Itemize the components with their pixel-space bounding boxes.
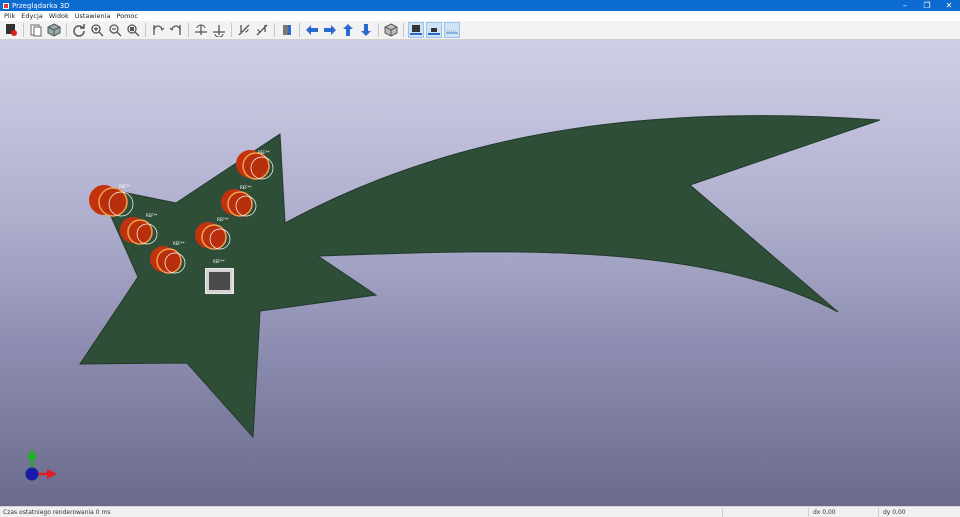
restore-button[interactable]: ❐ xyxy=(916,0,938,11)
axis-gizmo xyxy=(25,449,57,481)
toolbar-separator xyxy=(378,23,379,37)
menu-ustawienia[interactable]: Ustawienia xyxy=(72,12,114,20)
toolbar-separator xyxy=(403,23,404,37)
ortho-cube-button[interactable] xyxy=(383,22,399,38)
menu-pomoc[interactable]: Pomoc xyxy=(113,12,141,20)
minimize-button[interactable]: – xyxy=(894,0,916,11)
copy-image-button[interactable] xyxy=(28,22,44,38)
status-divider xyxy=(878,508,879,517)
zoom-in-button[interactable] xyxy=(89,22,105,38)
rotate-z-ccw-button[interactable] xyxy=(254,22,270,38)
zoom-fit-button[interactable] xyxy=(125,22,141,38)
pan-right-icon xyxy=(324,25,336,35)
close-button[interactable]: ✕ xyxy=(938,0,960,11)
view-bottom-button[interactable] xyxy=(426,22,442,38)
pcb-scene: REF** REF** REF** REF** REF** REF** REF*… xyxy=(25,115,881,481)
rotate-z-ccw-icon xyxy=(256,24,268,36)
rotate-x-cw-button[interactable] xyxy=(150,22,166,38)
status-divider xyxy=(808,508,809,517)
menu-plik[interactable]: Plik xyxy=(0,12,18,20)
flip-board-button[interactable] xyxy=(279,22,295,38)
zoom-fit-icon xyxy=(127,24,140,37)
view-side-icon xyxy=(446,30,458,34)
toolbar-separator xyxy=(145,23,146,37)
rotate-y-ccw-button[interactable] xyxy=(211,22,227,38)
ref-label: REF** xyxy=(240,185,252,190)
view-side-button[interactable] xyxy=(444,22,460,38)
title-bar: Przeglądarka 3D – ❐ ✕ xyxy=(0,0,960,11)
menu-bar: Plik Edycja Widok Ustawienia Pomoc xyxy=(0,11,960,21)
rotate-z-cw-button[interactable] xyxy=(236,22,252,38)
ref-label: REF** xyxy=(173,241,185,246)
reload-icon xyxy=(73,24,85,37)
rotate-x-cw-icon xyxy=(153,25,165,35)
pan-up-icon xyxy=(343,24,353,36)
status-divider xyxy=(722,508,723,517)
view-top-button[interactable] xyxy=(408,22,424,38)
window-title: Przeglądarka 3D xyxy=(12,1,70,10)
pan-left-icon xyxy=(306,25,318,35)
copy-image-icon xyxy=(30,24,42,37)
cube-icon xyxy=(47,23,61,37)
menu-widok[interactable]: Widok xyxy=(46,12,72,20)
rotate-y-ccw-icon xyxy=(213,25,225,37)
rotate-z-cw-icon xyxy=(238,24,250,36)
ref-label: REF** xyxy=(217,217,229,222)
ref-label: REF** xyxy=(213,259,225,264)
render-time-text: Czas ostatniego renderowania 0 ms xyxy=(3,509,111,516)
zoom-out-button[interactable] xyxy=(107,22,123,38)
status-bar: Czas ostatniego renderowania 0 ms dx 0,0… xyxy=(0,506,960,517)
toolbar-separator xyxy=(23,23,24,37)
view-bottom-icon xyxy=(428,28,440,35)
view-top-icon xyxy=(410,25,422,35)
flip-board-icon xyxy=(283,25,291,35)
dy-readout: dy 0,00 xyxy=(883,509,906,516)
app-icon xyxy=(3,2,9,9)
3d-viewport[interactable]: REF** REF** REF** REF** REF** REF** REF*… xyxy=(0,40,960,506)
toolbar-separator xyxy=(299,23,300,37)
toolbar-separator xyxy=(274,23,275,37)
toolbar xyxy=(0,21,960,40)
pan-down-icon xyxy=(361,24,371,36)
pan-right-button[interactable] xyxy=(322,22,338,38)
pan-up-button[interactable] xyxy=(340,22,356,38)
toolbar-separator xyxy=(188,23,189,37)
ref-label: REF** xyxy=(146,213,158,218)
dx-readout: dx 0,00 xyxy=(813,509,836,516)
pan-left-button[interactable] xyxy=(304,22,320,38)
rotate-x-ccw-button[interactable] xyxy=(168,22,184,38)
pcb-board xyxy=(79,115,881,439)
menu-edycja[interactable]: Edycja xyxy=(18,12,45,20)
zoom-out-icon xyxy=(109,24,122,37)
rotate-y-cw-icon xyxy=(195,24,207,35)
toolbar-separator xyxy=(231,23,232,37)
pan-down-button[interactable] xyxy=(358,22,374,38)
reload-button[interactable] xyxy=(71,22,87,38)
toolbar-separator xyxy=(66,23,67,37)
ref-label: REF** xyxy=(258,150,270,155)
ref-label: REF** xyxy=(119,184,131,189)
ortho-cube-icon xyxy=(384,23,398,37)
rotate-x-ccw-icon xyxy=(169,25,181,35)
cube-button[interactable] xyxy=(46,22,62,38)
render-button[interactable] xyxy=(3,22,19,38)
render-icon xyxy=(6,24,17,36)
zoom-in-icon xyxy=(91,24,104,37)
rotate-y-cw-button[interactable] xyxy=(193,22,209,38)
